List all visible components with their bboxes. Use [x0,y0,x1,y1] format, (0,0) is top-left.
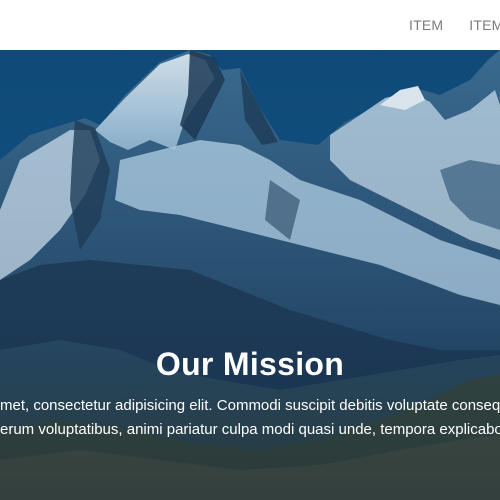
hero-title: Our Mission [155,346,345,382]
nav-menu: ITEM ITEM [396,0,500,50]
nav-item-1[interactable]: ITEM [396,17,456,33]
hero-text-line-2: erum voluptatibus, animi pariatur culpa … [0,421,500,438]
hero-text-line-1: met, consectetur adipisicing elit. Commo… [0,397,500,414]
top-navbar: ITEM ITEM [0,0,500,50]
nav-item-2[interactable]: ITEM [456,17,500,33]
page: ITEM ITEM Our Mission met, consectetur a… [0,0,500,500]
hero-section: Our Mission met, consectetur adipisicing… [0,50,500,500]
